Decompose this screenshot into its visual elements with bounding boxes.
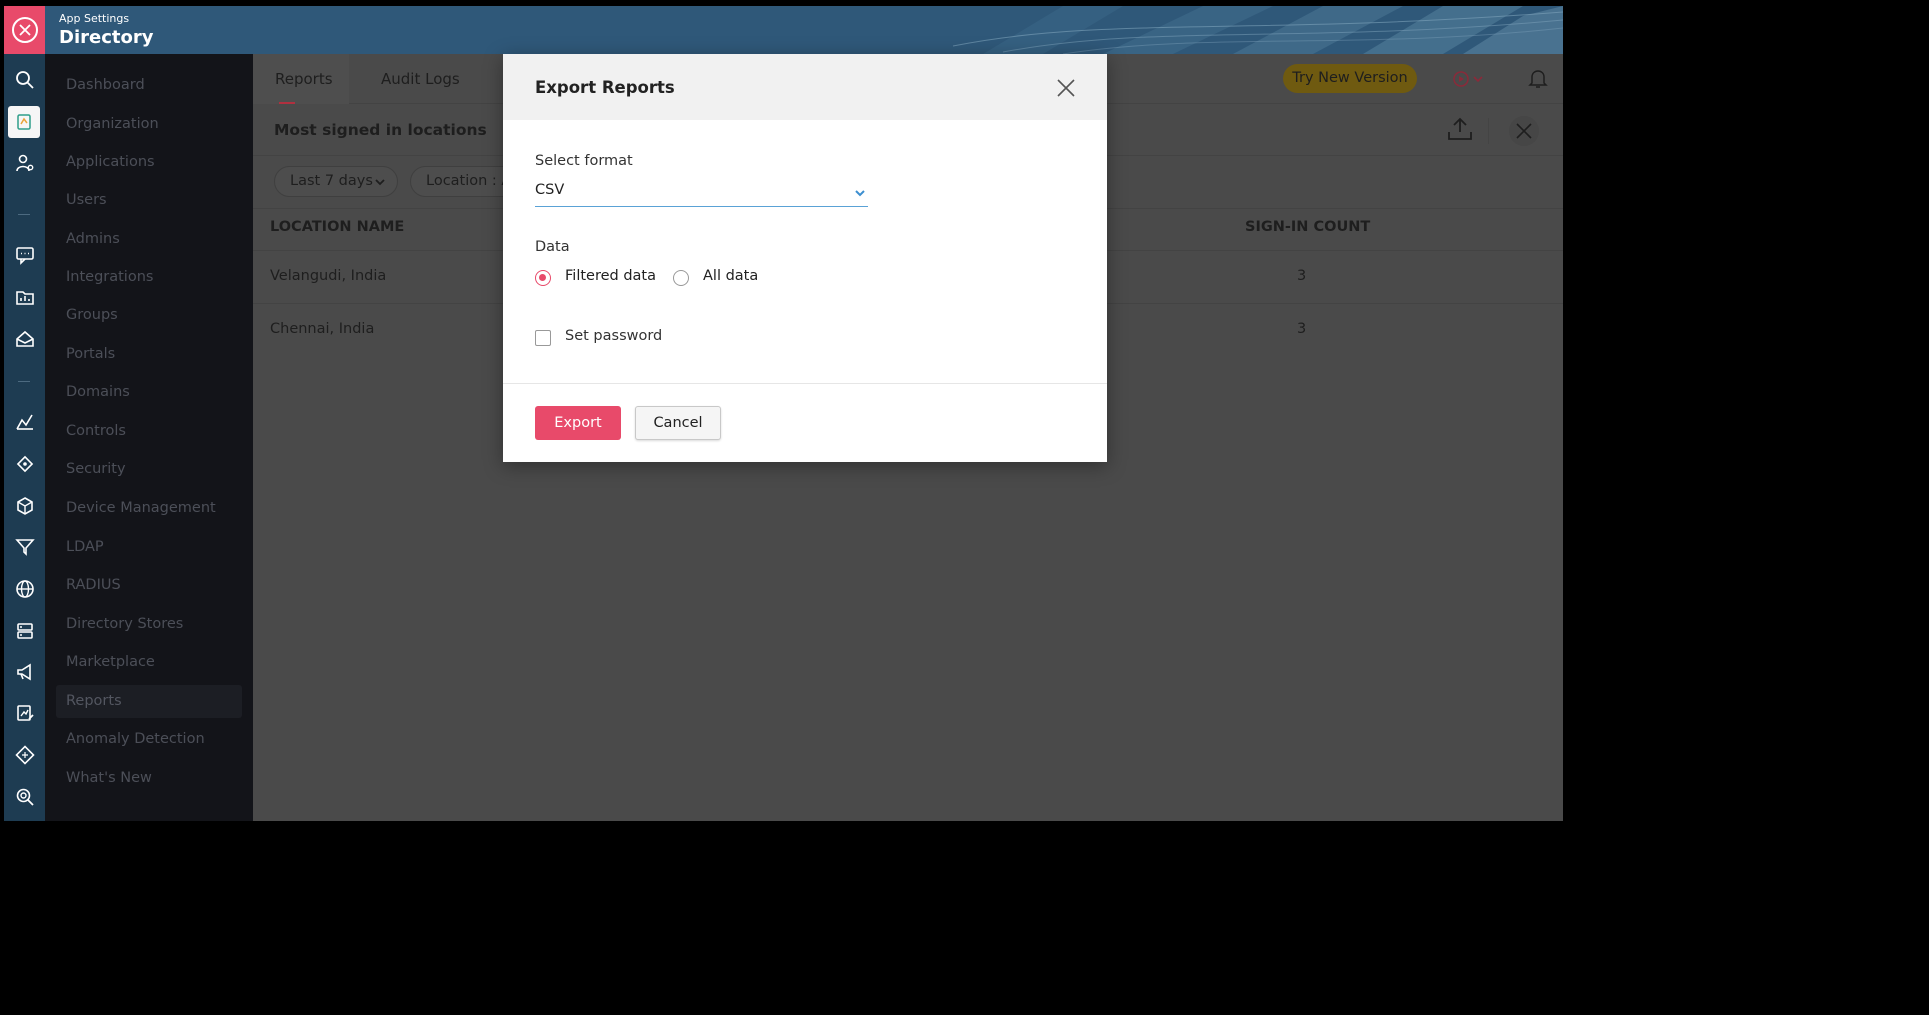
sidebar-item-admins[interactable]: Admins bbox=[56, 223, 242, 256]
whats-new-menu[interactable] bbox=[1443, 67, 1491, 91]
row-count: 3 bbox=[1297, 268, 1307, 284]
close-icon[interactable] bbox=[1056, 78, 1076, 98]
sidebar-item-reports[interactable]: Reports bbox=[56, 685, 242, 718]
column-header-signin-count: SIGN-IN COUNT bbox=[1245, 219, 1371, 235]
sidebar-nav: Dashboard Organization Applications User… bbox=[45, 54, 253, 821]
user-settings-icon[interactable] bbox=[12, 150, 37, 175]
row-location: Chennai, India bbox=[270, 321, 375, 337]
search-icon[interactable] bbox=[12, 67, 37, 92]
data-label: Data bbox=[535, 239, 570, 255]
bell-icon[interactable] bbox=[1526, 66, 1550, 90]
tab-reports[interactable]: Reports bbox=[253, 54, 349, 104]
try-new-version-button[interactable]: Try New Version bbox=[1283, 64, 1417, 93]
cube-icon[interactable] bbox=[12, 493, 37, 518]
header-decoration bbox=[952, 6, 1563, 54]
sidebar-item-marketplace[interactable]: Marketplace bbox=[56, 646, 242, 679]
cancel-button[interactable]: Cancel bbox=[635, 406, 721, 440]
close-icon bbox=[11, 17, 38, 43]
set-password-label[interactable]: Set password bbox=[565, 328, 662, 344]
sidebar-item-portals[interactable]: Portals bbox=[56, 338, 242, 371]
diamond-icon[interactable] bbox=[12, 451, 37, 476]
all-data-radio[interactable] bbox=[673, 270, 689, 286]
sidebar-item-users[interactable]: Users bbox=[56, 184, 242, 217]
tab-active-indicator bbox=[279, 102, 295, 104]
close-report-button[interactable] bbox=[1509, 116, 1539, 146]
rail-separator bbox=[18, 381, 30, 382]
filtered-data-label[interactable]: Filtered data bbox=[565, 268, 656, 284]
chevron-down-icon bbox=[375, 179, 385, 186]
period-filter[interactable]: Last 7 days bbox=[274, 166, 398, 197]
app-title: Directory bbox=[59, 27, 154, 48]
report-title: Most signed in locations bbox=[274, 121, 487, 139]
format-value: CSV bbox=[535, 182, 565, 198]
dialog-header: Export Reports bbox=[503, 54, 1107, 120]
sidebar-item-organization[interactable]: Organization bbox=[56, 108, 242, 141]
chat-icon[interactable] bbox=[12, 242, 37, 267]
chart-line-icon[interactable] bbox=[12, 409, 37, 434]
set-password-checkbox[interactable] bbox=[535, 330, 551, 346]
inbox-icon[interactable] bbox=[12, 326, 37, 351]
sidebar-item-security[interactable]: Security bbox=[56, 453, 242, 486]
toolbar-divider bbox=[1488, 118, 1489, 144]
globe-icon[interactable] bbox=[12, 576, 37, 601]
sidebar-item-dashboard[interactable]: Dashboard bbox=[56, 69, 242, 102]
sidebar-item-controls[interactable]: Controls bbox=[56, 415, 242, 448]
period-filter-label: Last 7 days bbox=[290, 173, 373, 189]
rail-separator bbox=[18, 214, 30, 215]
chevron-down-icon bbox=[1472, 76, 1483, 83]
ticket-icon[interactable] bbox=[12, 742, 37, 767]
sidebar-item-anomaly-detection[interactable]: Anomaly Detection bbox=[56, 723, 242, 756]
app-subtitle: App Settings bbox=[59, 12, 130, 25]
icon-rail bbox=[4, 54, 45, 821]
sidebar-item-integrations[interactable]: Integrations bbox=[56, 261, 242, 294]
sidebar-item-device-management[interactable]: Device Management bbox=[56, 492, 242, 525]
sidebar-item-directory-stores[interactable]: Directory Stores bbox=[56, 608, 242, 641]
close-icon bbox=[1516, 123, 1532, 139]
report-edit-icon[interactable] bbox=[12, 700, 37, 725]
directory-icon[interactable] bbox=[8, 106, 40, 138]
close-app-button[interactable] bbox=[4, 6, 45, 54]
sidebar-item-groups[interactable]: Groups bbox=[56, 299, 242, 332]
row-location: Velangudi, India bbox=[270, 268, 387, 284]
chevron-down-icon bbox=[855, 190, 865, 197]
sidebar-item-radius[interactable]: RADIUS bbox=[56, 569, 242, 602]
analytics-folder-icon[interactable] bbox=[12, 284, 37, 309]
export-icon[interactable] bbox=[1446, 116, 1474, 142]
megaphone-icon[interactable] bbox=[12, 659, 37, 684]
export-button[interactable]: Export bbox=[535, 406, 621, 440]
format-label: Select format bbox=[535, 153, 633, 169]
server-icon[interactable] bbox=[12, 618, 37, 643]
sidebar-item-applications[interactable]: Applications bbox=[56, 146, 242, 179]
tab-audit-logs[interactable]: Audit Logs bbox=[381, 54, 460, 104]
sidebar-item-whats-new[interactable]: What's New bbox=[56, 762, 242, 795]
format-select[interactable]: CSV bbox=[535, 179, 868, 207]
dialog-title: Export Reports bbox=[535, 78, 675, 97]
sidebar-item-domains[interactable]: Domains bbox=[56, 376, 242, 409]
tab-label: Reports bbox=[275, 70, 333, 88]
dialog-divider bbox=[503, 383, 1107, 384]
app-window: App Settings Directory Dashboard Organiz… bbox=[4, 6, 1563, 821]
column-header-location: LOCATION NAME bbox=[270, 219, 405, 235]
filtered-data-radio[interactable] bbox=[535, 270, 551, 286]
sidebar-item-ldap[interactable]: LDAP bbox=[56, 531, 242, 564]
funnel-icon[interactable] bbox=[12, 534, 37, 559]
app-header: App Settings Directory bbox=[4, 6, 1563, 54]
export-reports-dialog: Export Reports Select format CSV Data Fi… bbox=[503, 54, 1107, 462]
all-data-label[interactable]: All data bbox=[703, 268, 758, 284]
row-count: 3 bbox=[1297, 321, 1307, 337]
play-circle-icon bbox=[1452, 71, 1469, 87]
search-zoom-icon[interactable] bbox=[12, 784, 37, 809]
